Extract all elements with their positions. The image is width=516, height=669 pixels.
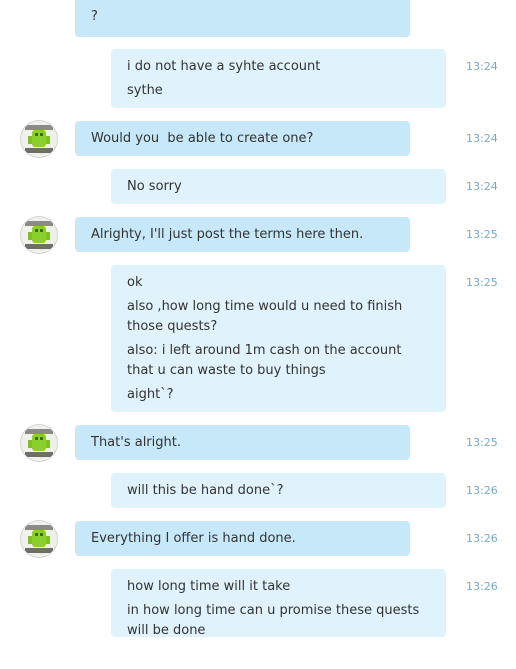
message-bubble-outgoing: No sorry — [111, 169, 446, 204]
message-text: i do not have a syhte account — [127, 59, 321, 74]
green-figure-avatar-icon — [21, 217, 57, 253]
green-figure-avatar-icon — [21, 425, 57, 461]
message-text: ? — [91, 9, 98, 24]
message-timestamp: 13:26 — [466, 484, 498, 497]
message-bubble-outgoing: i do not have a syhte account sythe — [111, 49, 446, 108]
message-bubble-incoming: ? — [75, 0, 410, 37]
message-bubble-incoming: That's alright. — [75, 425, 410, 460]
contact-avatar[interactable] — [21, 521, 57, 557]
green-figure-avatar-icon — [21, 521, 57, 557]
message-bubble-outgoing: will this be hand done`? — [111, 473, 446, 508]
message-timestamp: 13:25 — [466, 276, 498, 289]
green-figure-avatar-icon — [21, 121, 57, 157]
message-text: Would you be able to create one? — [91, 131, 314, 146]
message-bubble-incoming: Would you be able to create one? — [75, 121, 410, 156]
message-timestamp: 13:24 — [466, 132, 498, 145]
message-timestamp: 13:25 — [466, 436, 498, 449]
message-text: how long time will it take — [127, 579, 291, 594]
message-text: in how long time can u promise these que… — [127, 603, 424, 637]
message-bubble-outgoing: ok also ,how long time would u need to f… — [111, 265, 446, 412]
message-timestamp: 13:26 — [466, 580, 498, 593]
message-text: also: i left around 1m cash on the accou… — [127, 343, 406, 378]
contact-avatar[interactable] — [21, 217, 57, 253]
message-bubble-incoming: Alrighty, I'll just post the terms here … — [75, 217, 410, 252]
message-text: aight`? — [127, 387, 174, 402]
message-text: That's alright. — [91, 435, 181, 450]
message-bubble-incoming: Everything I offer is hand done. — [75, 521, 410, 556]
message-text: No sorry — [127, 179, 182, 194]
chat-history[interactable]: ? i do not have a syhte account sythe 13… — [0, 0, 516, 669]
message-text: Everything I offer is hand done. — [91, 531, 296, 546]
message-text: ok — [127, 275, 143, 290]
message-timestamp: 13:26 — [466, 532, 498, 545]
contact-avatar[interactable] — [21, 121, 57, 157]
message-timestamp: 13:25 — [466, 228, 498, 241]
message-text: Alrighty, I'll just post the terms here … — [91, 227, 364, 242]
message-timestamp: 13:24 — [466, 60, 498, 73]
message-text: sythe — [127, 83, 163, 98]
message-bubble-outgoing: how long time will it take in how long t… — [111, 569, 446, 637]
message-text: will this be hand done`? — [127, 483, 284, 498]
contact-avatar[interactable] — [21, 425, 57, 461]
message-text: also ,how long time would u need to fini… — [127, 299, 407, 334]
message-timestamp: 13:24 — [466, 180, 498, 193]
